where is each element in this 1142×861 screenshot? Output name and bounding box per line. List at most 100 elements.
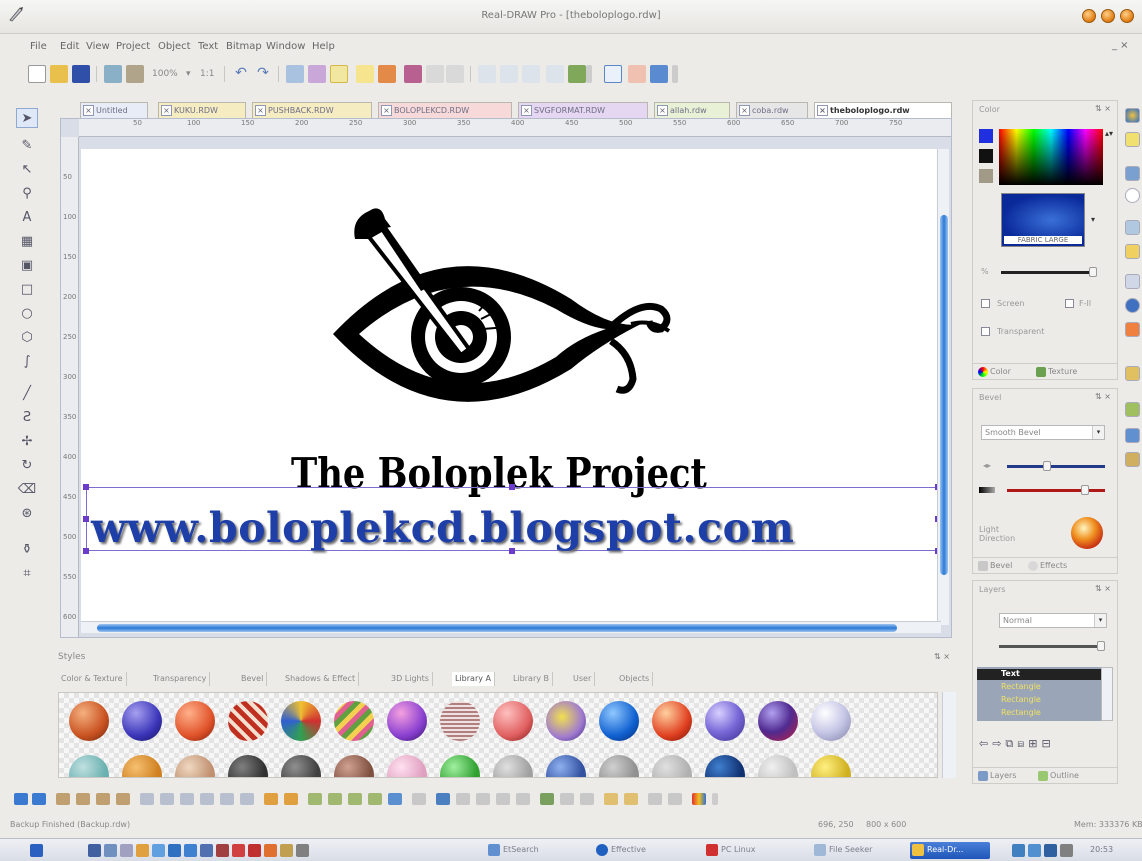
style-swatch[interactable]	[387, 701, 427, 741]
grid-tool-icon[interactable]: ▦	[16, 232, 38, 252]
undo-icon[interactable]: ↶	[232, 65, 250, 83]
tab-3d-lights[interactable]: 3D Lights	[388, 672, 433, 686]
close-tab-icon[interactable]: ×	[381, 105, 392, 116]
tab-library-b[interactable]: Library B	[510, 672, 554, 686]
paste-icon[interactable]	[126, 65, 144, 83]
style-swatch[interactable]	[122, 701, 162, 741]
curve-tool-icon[interactable]: ∫	[16, 352, 38, 372]
mdi-controls[interactable]: _ ×	[1112, 40, 1129, 51]
resize-handle[interactable]	[83, 516, 89, 522]
ungroup-icon[interactable]	[308, 65, 326, 83]
tab-color[interactable]: Color	[977, 365, 1011, 379]
zoom-level[interactable]: 100%	[152, 69, 178, 79]
taskbar-item-effective[interactable]: Effective	[594, 842, 684, 859]
grid-icon[interactable]	[628, 65, 646, 83]
taskbar-item-pclinux[interactable]: PC Linux	[704, 842, 794, 859]
tray-icon[interactable]	[1028, 844, 1041, 857]
doc-tab-boloplekcd[interactable]: × BOLOPLEKCD.RDW	[378, 102, 512, 118]
panel-controls-icon[interactable]: ⇅ ×	[1095, 584, 1111, 593]
quicklaunch-icon[interactable]	[184, 844, 197, 857]
style-swatch[interactable]	[69, 755, 109, 777]
menu-object[interactable]: Object	[158, 41, 191, 52]
group-icon[interactable]	[286, 65, 304, 83]
redo-icon[interactable]: ↷	[254, 65, 272, 83]
style-swatch[interactable]	[493, 701, 533, 741]
node-icon[interactable]	[96, 793, 110, 805]
effect-icon[interactable]	[624, 793, 638, 805]
style-icon[interactable]	[1125, 166, 1140, 181]
combine-icon[interactable]	[330, 65, 348, 83]
fill-icon[interactable]	[1125, 322, 1140, 337]
quicklaunch-icon[interactable]	[280, 844, 293, 857]
menu-file[interactable]: File	[30, 41, 47, 52]
circle-icon[interactable]	[1125, 188, 1140, 203]
style-swatch-grid[interactable]	[58, 692, 938, 778]
object-icon[interactable]	[328, 793, 342, 805]
tab-library-a[interactable]: Library A	[452, 672, 495, 686]
screen-checkbox[interactable]	[981, 299, 990, 308]
fill-icon[interactable]	[568, 65, 586, 83]
style-swatch[interactable]	[652, 701, 692, 741]
style-swatch[interactable]	[122, 755, 162, 777]
dropdown-icon[interactable]	[712, 793, 718, 805]
style-swatch[interactable]	[334, 755, 374, 777]
node-icon[interactable]	[116, 793, 130, 805]
menu-window[interactable]: Window	[266, 41, 305, 52]
layer-opacity-slider[interactable]	[999, 645, 1103, 648]
spiral-tool-icon[interactable]: Ƨ	[16, 408, 38, 428]
flip-icon[interactable]	[436, 793, 450, 805]
eyedropper-tool-icon[interactable]: ⚱	[16, 540, 38, 560]
spectrum-arrow-icon[interactable]: ▴▾	[1105, 129, 1113, 138]
menu-bitmap[interactable]: Bitmap	[226, 41, 262, 52]
layer-opacity-knob[interactable]	[1097, 641, 1105, 651]
style-swatch[interactable]	[705, 701, 745, 741]
transform-icon[interactable]	[580, 793, 594, 805]
opacity-slider[interactable]	[1001, 271, 1093, 274]
polygon-tool-icon[interactable]: ⬡	[16, 328, 38, 348]
secondary-color-swatch[interactable]	[979, 149, 993, 163]
bevel-type-select[interactable]: Smooth Bevel ▾	[981, 425, 1105, 440]
pen-icon[interactable]	[404, 65, 422, 83]
close-tab-icon[interactable]: ×	[161, 105, 172, 116]
quicklaunch-icon[interactable]	[200, 844, 213, 857]
document-page[interactable]: The Boloplek Project www.boloplekcd.blog…	[81, 149, 941, 625]
save-icon[interactable]	[72, 65, 90, 83]
transparent-checkbox[interactable]	[981, 327, 990, 336]
style-swatch[interactable]	[281, 701, 321, 741]
doc-tab-kuku[interactable]: × KUKU.RDW	[158, 102, 246, 118]
layer-row-rectangle[interactable]: Rectangle	[977, 695, 1101, 706]
resize-handle[interactable]	[509, 484, 515, 490]
style-swatch[interactable]	[334, 701, 374, 741]
horizontal-ruler[interactable]: 50 100 150 200 250 300 350 400 450 500 5…	[79, 119, 951, 137]
primary-color-swatch[interactable]	[979, 129, 993, 143]
drawing-canvas[interactable]: 50 100 150 200 250 300 350 400 450 500 5…	[60, 118, 952, 638]
node-icon[interactable]	[76, 793, 90, 805]
tab-color-texture[interactable]: Color & Texture	[58, 672, 127, 686]
opacity-slider-knob[interactable]	[1089, 267, 1097, 277]
scissors-icon[interactable]	[426, 65, 444, 83]
bevel-depth-knob[interactable]	[1043, 461, 1051, 471]
taskbar-item-fileseeker[interactable]: File Seeker	[812, 842, 902, 859]
style-swatch[interactable]	[387, 755, 427, 777]
tab-objects[interactable]: Objects	[616, 672, 654, 686]
resize-handle[interactable]	[83, 548, 89, 554]
quicklaunch-icon[interactable]	[104, 844, 117, 857]
fabric-texture-preview[interactable]: FABRIC LARGE	[1001, 193, 1085, 247]
line-tool-icon[interactable]: ╱	[16, 384, 38, 404]
chart-icon[interactable]	[1125, 428, 1140, 443]
blend-mode-select[interactable]: Normal ▾	[999, 613, 1107, 628]
quicklaunch-icon[interactable]	[136, 844, 149, 857]
style-swatch[interactable]	[228, 701, 268, 741]
order-icon[interactable]	[412, 793, 426, 805]
align-icon[interactable]	[200, 793, 214, 805]
style-swatch[interactable]	[758, 701, 798, 741]
volume-icon[interactable]	[1060, 844, 1073, 857]
align-right-icon[interactable]	[522, 65, 540, 83]
frame-icon[interactable]	[604, 65, 622, 83]
style-swatch[interactable]	[758, 755, 798, 777]
shape-icon[interactable]	[264, 793, 278, 805]
layer-actions-icons[interactable]: ⇦⇨⧉⧈⊞⊟	[979, 737, 1055, 751]
bevel-depth-slider[interactable]	[1007, 465, 1105, 468]
style-swatch[interactable]	[69, 701, 109, 741]
doc-tab-coba[interactable]: × coba.rdw	[736, 102, 808, 118]
